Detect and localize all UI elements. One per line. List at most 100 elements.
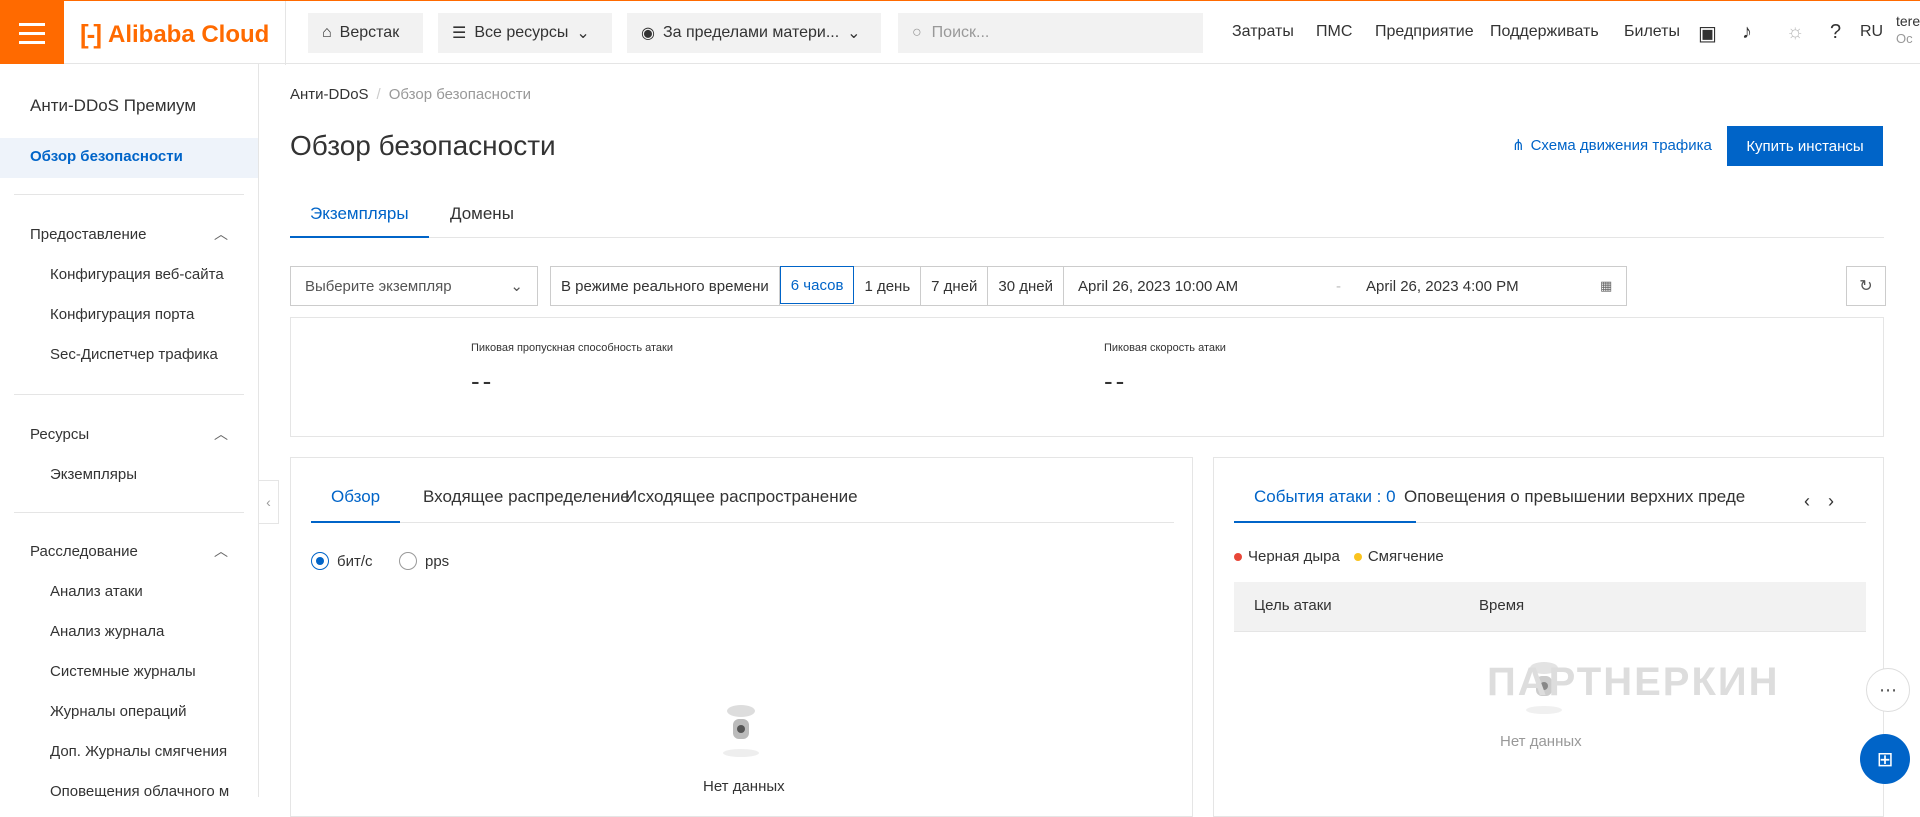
chat-button[interactable]: ⋯ [1866, 668, 1910, 712]
sidebar-title: Анти-DDoS Премиум [30, 96, 197, 115]
column-attack-target: Цель атаки [1254, 597, 1332, 614]
traffic-flow-link[interactable]: ⋔ Схема движения трафика [1512, 136, 1712, 155]
home-icon: ⌂ [322, 24, 332, 41]
alibaba-logo-icon: [-] [80, 19, 102, 49]
traffic-flow-label: Схема движения трафика [1530, 136, 1712, 154]
chart-tabs: Обзор Входящее распределение Исходящее р… [311, 473, 1174, 523]
chevron-down-icon: ⌄ [576, 25, 590, 42]
date-range-picker[interactable]: April 26, 2023 10:00 AM - April 26, 2023… [1064, 267, 1626, 305]
terminal-icon[interactable]: ▣ [1698, 21, 1717, 46]
tab-domains[interactable]: Домены [430, 192, 534, 238]
search-input[interactable]: ○ Поиск... [898, 13, 1203, 53]
radio-unchecked-icon [399, 552, 417, 570]
red-dot-icon [1234, 553, 1242, 562]
region-label: За пределами матери... [662, 24, 840, 41]
chevron-down-icon: ⌄ [510, 278, 523, 295]
nav-enterprise[interactable]: Предприятие [1375, 23, 1474, 41]
lightbulb-icon[interactable]: ☼ [1786, 21, 1804, 44]
time-range-group: В режиме реального времени 6 часов 1 ден… [550, 266, 1628, 306]
bell-icon[interactable]: ♪ [1742, 21, 1752, 44]
attack-events-card: События атаки : 0 Оповещения о превышени… [1213, 457, 1884, 817]
apps-button[interactable]: ⊞ [1860, 734, 1910, 784]
yellow-dot-icon [1353, 553, 1362, 562]
chevron-left-icon[interactable]: ‹ [1804, 491, 1810, 512]
legend-blackhole-label: Черная дыра [1248, 548, 1340, 565]
no-data-text: Нет данных [703, 778, 785, 795]
sidebar-item-mitigation-logs[interactable]: Доп. Журналы смягчения [50, 743, 227, 760]
user-account[interactable]: tere Oc [1896, 13, 1920, 46]
sidebar-item-instances[interactable]: Экземпляры [50, 466, 137, 483]
refresh-icon: ↻ [1859, 278, 1873, 295]
region-selector[interactable]: ◉ За пределами матери... ⌄ [627, 13, 881, 53]
user-name: tere [1896, 13, 1920, 29]
events-table-header: Цель атаки Время [1234, 582, 1866, 632]
tab-outbound-distribution[interactable]: Исходящее распространение [605, 473, 878, 523]
help-icon[interactable]: ? [1830, 21, 1841, 44]
apps-grid-icon: ⊞ [1876, 748, 1894, 771]
radio-bps[interactable]: бит/с [311, 552, 373, 570]
sidebar-item-website-config[interactable]: Конфигурация веб-сайта [50, 266, 224, 283]
sidebar-group-investigation[interactable]: Расследование [30, 543, 138, 560]
radio-pps[interactable]: pps [399, 552, 449, 570]
date-start: April 26, 2023 10:00 AM [1078, 277, 1239, 295]
range-7d-button[interactable]: 7 дней [921, 267, 989, 305]
brand-logo[interactable]: [-] Alibaba Cloud [80, 19, 269, 50]
realtime-button[interactable]: В режиме реального времени [551, 267, 780, 305]
sidebar-item-cloud-alerts[interactable]: Оповещения облачного м [50, 783, 229, 797]
tab-threshold-alerts[interactable]: Оповещения о превышении верхних преде [1384, 473, 1844, 523]
stack-icon: ☰ [452, 25, 467, 42]
no-data-text: Нет данных [1500, 733, 1582, 750]
buy-instances-button[interactable]: Купить инстансы [1727, 126, 1883, 166]
chevron-down-icon: ⌄ [847, 25, 861, 42]
workbench-label: Верстак [339, 24, 400, 41]
chevron-right-icon[interactable]: › [1828, 491, 1834, 512]
diagram-icon: ⋔ [1512, 137, 1525, 154]
sidebar-item-operation-logs[interactable]: Журналы операций [50, 703, 187, 720]
divider [14, 194, 244, 195]
breadcrumb-current: Обзор безопасности [388, 86, 532, 103]
tab-overview[interactable]: Обзор [311, 473, 401, 523]
search-icon: ○ [912, 24, 922, 41]
range-6h-button[interactable]: 6 часов [779, 266, 855, 304]
events-legend: Черная дыра Смягчение [1234, 548, 1444, 565]
language-switch[interactable]: RU [1860, 23, 1883, 41]
date-range-separator: - [1336, 277, 1342, 295]
sidebar-item-security-overview[interactable]: Обзор безопасности [0, 138, 258, 178]
all-resources-button[interactable]: ☰ Все ресурсы ⌄ [438, 13, 612, 53]
top-bar: [-] Alibaba Cloud ⌂ Верстак ☰ Все ресурс… [0, 0, 1920, 65]
sidebar-item-sec-traffic-manager[interactable]: Sec-Диспетчер трафика [50, 346, 218, 363]
divider [14, 394, 244, 395]
breadcrumb: Анти-DDoS / Обзор безопасности [290, 86, 531, 103]
attack-stats-panel: Пиковая пропускная способность атаки -- … [290, 317, 1884, 437]
sidebar-item-port-config[interactable]: Конфигурация порта [50, 306, 194, 323]
events-tabs: События атаки : 0 Оповещения о превышени… [1234, 473, 1866, 523]
traffic-chart-card: Обзор Входящее распределение Исходящее р… [290, 457, 1193, 817]
menu-icon[interactable] [0, 1, 64, 65]
sidebar-item-attack-analysis[interactable]: Анализ атаки [50, 583, 143, 600]
sidebar-item-log-analysis[interactable]: Анализ журнала [50, 623, 164, 640]
nav-tickets[interactable]: Билеты [1624, 23, 1680, 41]
instance-select[interactable]: Выберите экземпляр ⌄ [290, 266, 538, 306]
nav-support[interactable]: Поддерживать [1490, 23, 1599, 41]
sidebar-group-provisioning[interactable]: Предоставление [30, 226, 147, 243]
chevron-up-icon[interactable]: ︿ [214, 424, 228, 444]
nav-costs[interactable]: Затраты [1232, 23, 1294, 41]
range-1d-button[interactable]: 1 день [854, 267, 922, 305]
chevron-up-icon[interactable]: ︿ [214, 224, 228, 244]
sidebar-item-system-logs[interactable]: Системные журналы [50, 663, 196, 680]
range-30d-button[interactable]: 30 дней [988, 267, 1065, 305]
sidebar-group-resources[interactable]: Ресурсы [30, 426, 89, 443]
brand-name: Alibaba Cloud [107, 20, 270, 48]
tab-instances[interactable]: Экземпляры [290, 192, 429, 238]
nav-icp[interactable]: ПМС [1316, 23, 1352, 41]
page-title: Обзор безопасности [290, 130, 556, 161]
no-data-illustration-icon [723, 705, 759, 757]
breadcrumb-root[interactable]: Анти-DDoS [290, 86, 369, 103]
refresh-button[interactable]: ↻ [1846, 266, 1886, 306]
location-icon: ◉ [641, 25, 655, 42]
workbench-button[interactable]: ⌂ Верстак [308, 13, 423, 53]
peak-bandwidth-label: Пиковая пропускная способность атаки [471, 342, 673, 354]
chevron-up-icon[interactable]: ︿ [214, 541, 228, 561]
legend-mitigation: Смягчение [1353, 548, 1444, 565]
radio-pps-label: pps [425, 552, 450, 570]
